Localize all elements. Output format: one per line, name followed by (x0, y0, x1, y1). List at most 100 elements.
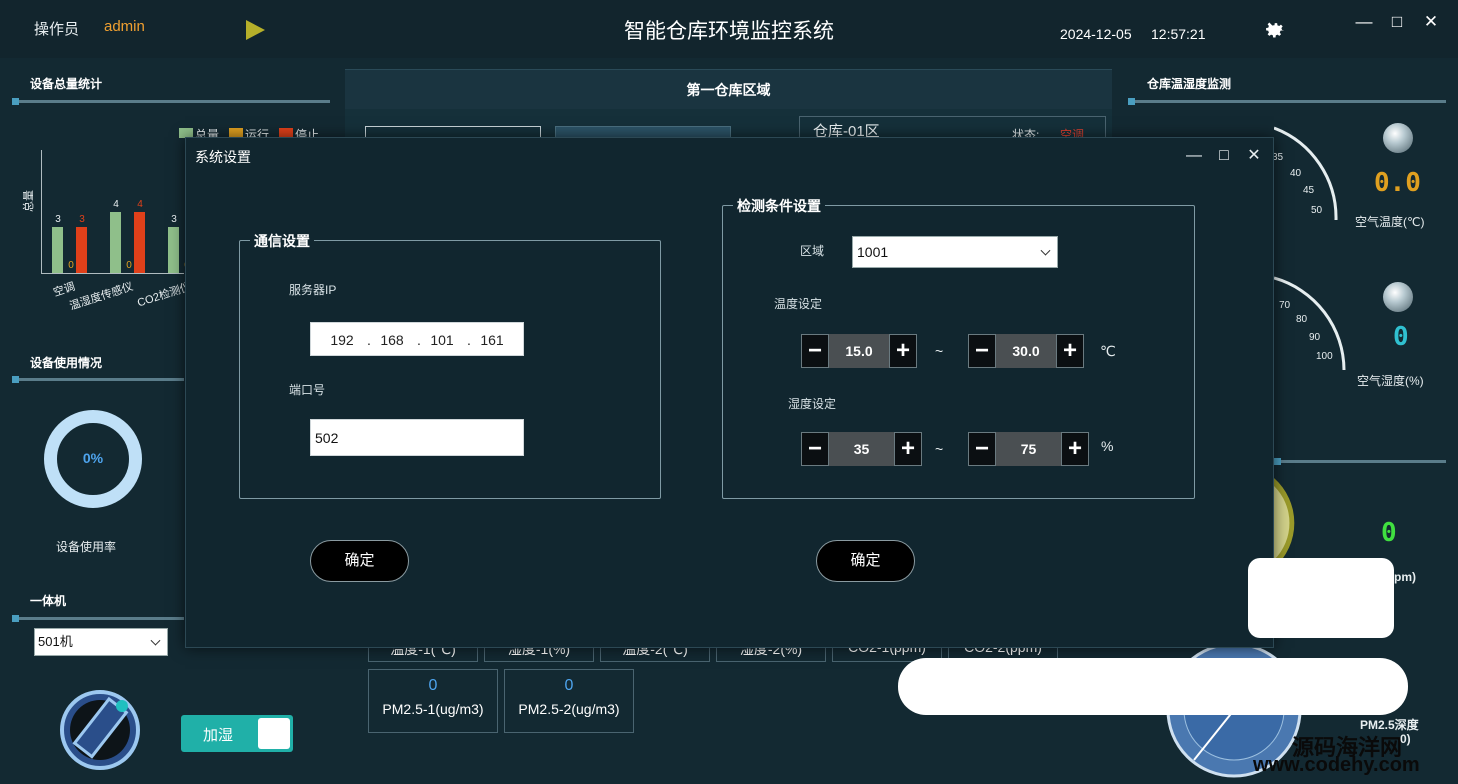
toggle-knob (258, 718, 290, 749)
chart-data-label: 3 (171, 213, 177, 225)
usage-label: 设备使用率 (56, 540, 117, 554)
co2-unit: pm) (1394, 570, 1416, 584)
hum-indicator-icon (1383, 282, 1413, 312)
temp-tick: 50 (1311, 205, 1323, 216)
chart-data-label: 3 (55, 213, 61, 225)
hum-tick: 70 (1279, 300, 1291, 311)
hum-max-decrement-button[interactable]: − (968, 432, 996, 466)
unit-select-value: 501机 (38, 634, 73, 649)
minimize-button[interactable]: — (1353, 11, 1375, 33)
dialog-title: 系统设置 (195, 149, 251, 165)
hum-tick: 90 (1309, 332, 1321, 343)
gear-icon[interactable] (1261, 16, 1287, 42)
ip-octet[interactable]: 168 (369, 323, 415, 357)
chevron-down-icon (1040, 245, 1051, 256)
hum-max-increment-button[interactable]: + (1061, 432, 1089, 466)
comm-settings-group (239, 240, 661, 499)
chevron-down-icon (150, 635, 161, 646)
range-tilde: ~ (935, 343, 944, 359)
chart-data-label: 4 (113, 198, 119, 210)
chart-data-label: 3 (79, 213, 85, 225)
pm1-value: 0 (428, 677, 438, 694)
hum-min-decrement-button[interactable]: − (801, 432, 829, 466)
humidity-gauge (1274, 276, 1346, 371)
temp-min-increment-button[interactable]: + (889, 334, 917, 368)
port-input[interactable]: 502 (310, 419, 524, 456)
area-label: 区域 (800, 244, 825, 258)
hum-label: 空气湿度(%) (1357, 374, 1424, 388)
hum-setting-label: 湿度设定 (788, 397, 837, 411)
pm2-value: 0 (564, 677, 574, 694)
temp-setting-label: 温度设定 (774, 297, 823, 311)
pm2-name: PM2.5-2(ug/m3) (518, 701, 620, 717)
chart-bar (134, 211, 145, 273)
chart-bar (168, 226, 179, 273)
watermark-url: www.codehy.com (1253, 754, 1420, 776)
ip-octet[interactable]: 161 (469, 323, 515, 357)
area-select[interactable]: 1001 (852, 236, 1058, 268)
hum-min-increment-button[interactable]: + (894, 432, 922, 466)
chart-data-label: 4 (137, 198, 143, 210)
temp-min-value[interactable]: 15.0 (829, 334, 889, 368)
range-tilde: ~ (935, 441, 944, 457)
humidify-label: 加湿 (203, 727, 234, 744)
comm-settings-title: 通信设置 (250, 231, 314, 251)
hum-unit: % (1101, 438, 1114, 454)
pm-cell-1: 0 PM2.5-1(ug/m3) (368, 669, 498, 733)
usage-percent: 0% (82, 450, 104, 466)
humidifier-icon (60, 690, 140, 770)
maximize-button[interactable]: □ (1386, 11, 1408, 33)
temp-label: 空气温度(℃) (1355, 215, 1425, 229)
temp-tick: 40 (1290, 168, 1302, 179)
detect-settings-title: 检测条件设置 (733, 196, 825, 216)
dialog-maximize-button[interactable]: □ (1214, 146, 1234, 166)
port-label: 端口号 (289, 383, 326, 397)
right-panel-title: 仓库温湿度监测 (1147, 77, 1232, 91)
temp-max-decrement-button[interactable]: − (968, 334, 996, 368)
redaction-blob (898, 658, 1408, 715)
hum-tick: 100 (1316, 351, 1333, 362)
header-time: 12:57:21 (1151, 26, 1206, 42)
section-divider (1274, 458, 1446, 465)
unit-title: 一体机 (30, 594, 67, 608)
server-ip-label: 服务器IP (289, 283, 337, 297)
temp-tick: 45 (1303, 185, 1315, 196)
comm-confirm-button[interactable]: 确定 (310, 540, 409, 582)
dialog-close-button[interactable]: ✕ (1244, 146, 1264, 166)
co2-value: 0 (1381, 518, 1397, 548)
section-divider (12, 376, 184, 383)
ip-octet[interactable]: 192 (319, 323, 365, 357)
hum-value: 0 (1393, 322, 1409, 352)
server-ip-input[interactable]: 192 . 168 . 101 . 161 (310, 322, 524, 356)
unit-select[interactable]: 501机 (34, 628, 168, 656)
header-date: 2024-12-05 (1060, 26, 1132, 42)
area-select-value: 1001 (857, 244, 889, 260)
dialog-minimize-button[interactable]: — (1184, 146, 1204, 166)
temp-indicator-icon (1383, 123, 1413, 153)
chart-bar (76, 226, 87, 273)
device-usage-title: 设备使用情况 (30, 356, 103, 370)
temp-max-increment-button[interactable]: + (1056, 334, 1084, 368)
temp-unit: ℃ (1100, 343, 1116, 359)
redaction-blob (1248, 558, 1394, 638)
hum-max-value[interactable]: 75 (996, 432, 1061, 466)
chart-bar (52, 226, 63, 273)
section-divider (12, 615, 184, 622)
chart-category-label: 温湿度传感仪 (68, 280, 135, 313)
chart-bar (110, 211, 121, 273)
temp-max-value[interactable]: 30.0 (996, 334, 1056, 368)
device-bar-chart: 34300034空调温湿度传感仪CO2检测仪PM设备 (0, 0, 251, 320)
close-button[interactable]: ✕ (1420, 11, 1442, 33)
hum-min-value[interactable]: 35 (829, 432, 894, 466)
co2-gauge (1274, 478, 1295, 568)
zone-title: 第一仓库区域 (686, 82, 771, 98)
app-title: 智能仓库环境监控系统 (624, 20, 834, 43)
pm1-name: PM2.5-1(ug/m3) (382, 701, 484, 717)
detect-confirm-button[interactable]: 确定 (816, 540, 915, 582)
hum-tick: 80 (1296, 314, 1308, 325)
ip-octet[interactable]: 101 (419, 323, 465, 357)
temp-value: 0.0 (1374, 168, 1421, 198)
section-divider (1128, 98, 1446, 105)
pm-cell-2: 0 PM2.5-2(ug/m3) (504, 669, 634, 733)
temp-min-decrement-button[interactable]: − (801, 334, 829, 368)
